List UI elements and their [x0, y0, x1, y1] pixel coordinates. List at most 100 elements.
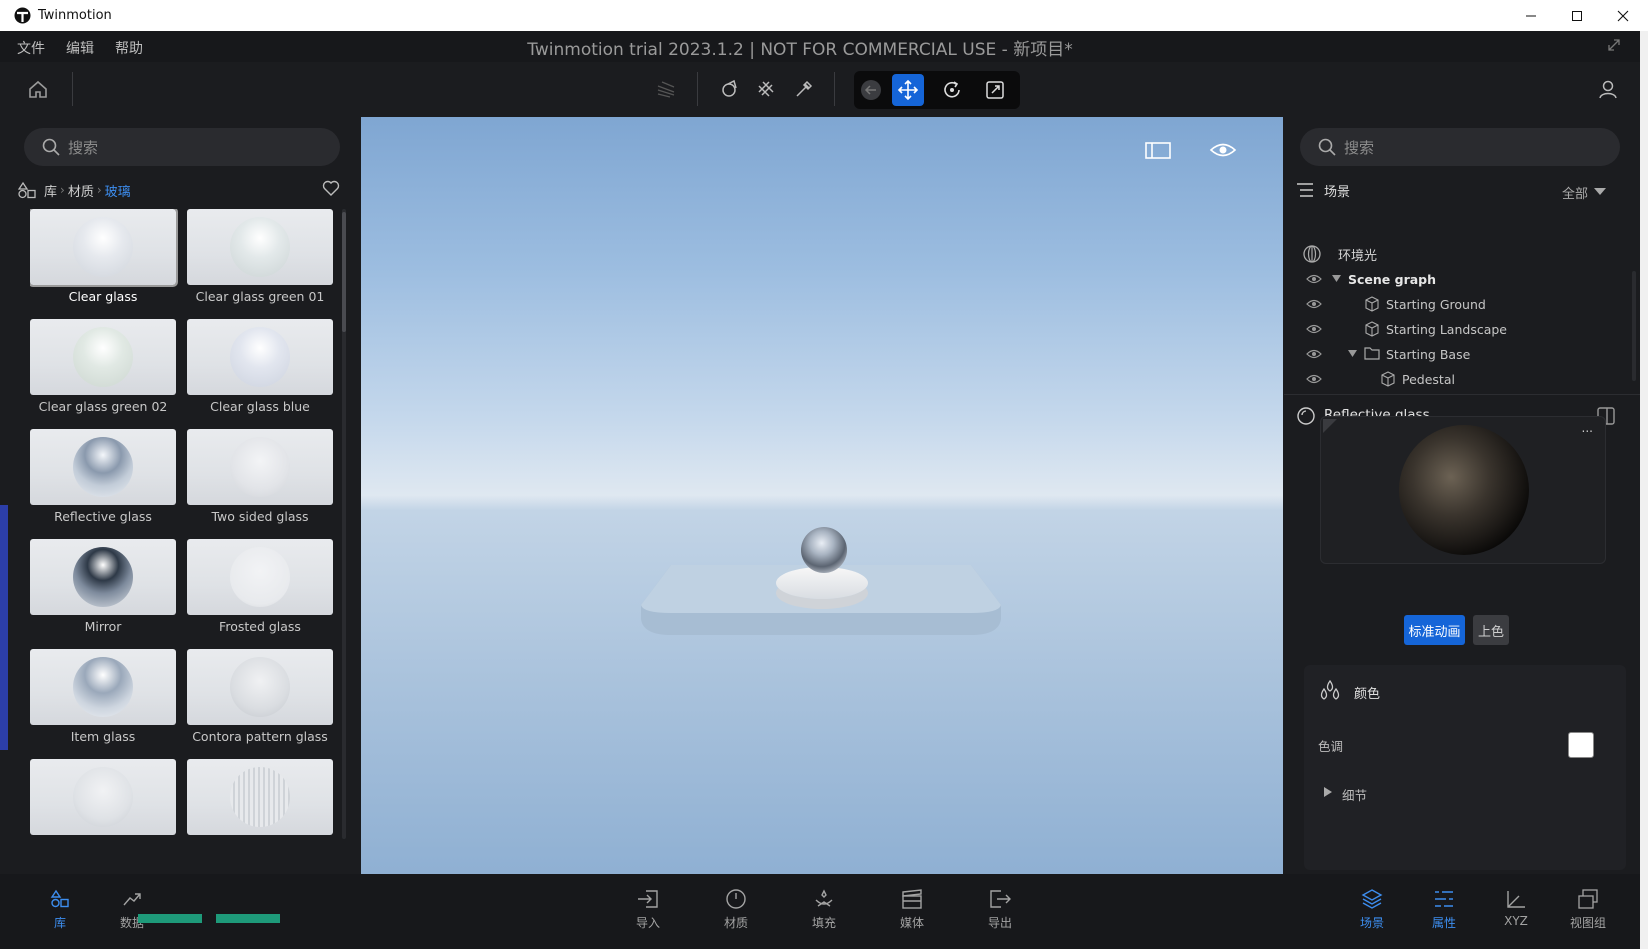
bottom-tab-fill[interactable]: 填充 — [794, 886, 854, 931]
heart-icon[interactable] — [322, 179, 340, 197]
visibility-eye-icon[interactable] — [1306, 273, 1322, 285]
material-item[interactable] — [30, 759, 176, 839]
bottom-tab-layers[interactable]: 场景 — [1342, 886, 1402, 931]
eyedropper-icon[interactable] — [788, 73, 820, 105]
breadcrumb: 库 › 材质 › 玻璃 — [18, 179, 131, 201]
material-item-label: Item glass — [70, 729, 136, 744]
material-thumbnail — [187, 759, 333, 835]
desktop-taskbar-item — [138, 914, 202, 923]
bottom-tab-media[interactable]: 媒体 — [882, 886, 942, 931]
expand-icon[interactable] — [1606, 37, 1622, 53]
material-icon — [725, 886, 747, 912]
eye-icon[interactable] — [1209, 139, 1237, 161]
caret-down-icon[interactable] — [1348, 350, 1357, 357]
tab-coloring[interactable]: 上色 — [1473, 615, 1509, 645]
material-item[interactable]: Clear glass green 01 — [187, 209, 333, 313]
scene-scrollbar[interactable] — [1632, 271, 1636, 381]
chevron-right-icon: › — [60, 183, 65, 197]
views-icon — [1577, 886, 1599, 912]
material-item[interactable]: Reflective glass — [30, 429, 176, 533]
tint-color-swatch[interactable] — [1568, 732, 1594, 758]
bottom-bar: 库数据 导入 材质 填充 媒体 导出 场景 属性 XYZ 视图组 — [0, 874, 1640, 949]
scene-tree-row[interactable]: Scene graph — [1284, 267, 1624, 291]
close-icon[interactable] — [1600, 0, 1646, 31]
export-icon — [988, 886, 1012, 912]
bottom-tab-material[interactable]: 材质 — [706, 886, 766, 931]
move-icon[interactable] — [892, 74, 924, 106]
scene-tree-row[interactable]: Starting Landscape — [1284, 317, 1624, 341]
caret-right-icon[interactable] — [1324, 787, 1332, 797]
breadcrumb-materials[interactable]: 材质 — [68, 181, 94, 200]
scene-search[interactable]: 搜索 — [1300, 128, 1620, 166]
scene-tree-row[interactable]: Starting Base — [1284, 342, 1624, 366]
material-item[interactable]: Frosted glass — [187, 539, 333, 643]
panel-divider — [1284, 394, 1640, 395]
lines-icon[interactable] — [650, 73, 682, 105]
bottom-tab-export[interactable]: 导出 — [970, 886, 1030, 931]
scene-tree-label: 环境光 — [1338, 248, 1378, 264]
material-thumbnail-sphere — [73, 547, 133, 607]
chart-up-icon — [122, 886, 142, 912]
caret-down-icon[interactable] — [1332, 275, 1341, 282]
material-thumbnail — [30, 759, 176, 835]
bottom-tab-properties[interactable]: 属性 — [1414, 886, 1474, 931]
desktop-background — [0, 505, 8, 750]
scene-filter[interactable]: 全部 — [1562, 183, 1588, 202]
glass-sphere[interactable] — [801, 527, 847, 573]
material-preview-card[interactable]: ... — [1320, 416, 1606, 564]
tab-standard-animation[interactable]: 标准动画 — [1404, 615, 1465, 645]
visibility-eye-icon[interactable] — [1306, 348, 1322, 360]
scene-tree-row[interactable]: Pedestal — [1284, 367, 1624, 391]
panel-icon[interactable] — [1144, 139, 1172, 161]
library-scrollbar-thumb[interactable] — [342, 212, 346, 332]
material-item[interactable]: Two sided glass — [187, 429, 333, 533]
maximize-icon[interactable] — [1554, 0, 1600, 31]
visibility-eye-icon[interactable] — [1306, 373, 1322, 385]
bottom-tab-import[interactable]: 导入 — [618, 886, 678, 931]
back-arrow-icon[interactable] — [855, 74, 887, 106]
scene-tree-row[interactable]: 环境光 — [1284, 242, 1624, 266]
search-icon — [1318, 138, 1336, 156]
home-icon[interactable] — [22, 73, 54, 105]
bottom-tab-library[interactable]: 库 — [30, 886, 90, 931]
material-item[interactable]: Contora pattern glass — [187, 649, 333, 753]
tint-label: 色调 — [1318, 739, 1344, 754]
minimize-icon[interactable] — [1508, 0, 1554, 31]
breadcrumb-library[interactable]: 库 — [44, 181, 57, 200]
material-thumbnail — [30, 209, 178, 287]
material-thumbnail — [187, 209, 333, 285]
scene-title: 场景 — [1324, 185, 1351, 200]
material-item[interactable]: Mirror — [30, 539, 176, 643]
material-thumbnail-sphere — [73, 217, 133, 277]
bottom-tab-chart-up[interactable]: 数据 — [102, 886, 162, 931]
material-item[interactable]: Clear glass green 02 — [30, 319, 176, 423]
bottom-tab-views[interactable]: 视图组 — [1558, 886, 1618, 931]
user-icon[interactable] — [1592, 73, 1624, 105]
3d-viewport[interactable] — [361, 117, 1283, 874]
material-thumbnail-sphere — [230, 767, 290, 827]
hatch-icon[interactable] — [750, 73, 782, 105]
window-title: Twinmotion — [38, 8, 112, 23]
details-toggle[interactable]: 细节 — [1342, 785, 1367, 804]
list-icon[interactable] — [1296, 182, 1314, 198]
material-item[interactable]: Item glass — [30, 649, 176, 753]
more-options-button[interactable]: ... — [1582, 421, 1593, 435]
visibility-eye-icon[interactable] — [1306, 323, 1322, 335]
bottom-tab-label: XYZ — [1504, 914, 1528, 928]
shapes-icon[interactable] — [714, 73, 746, 105]
caret-down-icon[interactable] — [1594, 188, 1606, 196]
material-preview-sphere — [1399, 425, 1529, 555]
bottom-tab-axis[interactable]: XYZ — [1486, 886, 1546, 928]
scale-icon[interactable] — [979, 74, 1011, 106]
material-item[interactable]: Clear glass — [30, 209, 178, 313]
visibility-eye-icon[interactable] — [1306, 298, 1322, 310]
material-item[interactable] — [187, 759, 333, 839]
library-search[interactable]: 搜索 — [24, 128, 340, 166]
scene-tree-row[interactable]: Starting Ground — [1284, 292, 1624, 316]
color-section-title: 颜色 — [1354, 687, 1381, 702]
material-item[interactable]: Clear glass blue — [187, 319, 333, 423]
rotate-icon[interactable] — [936, 74, 968, 106]
material-item-label: Clear glass blue — [210, 399, 310, 414]
breadcrumb-glass[interactable]: 玻璃 — [105, 181, 131, 200]
search-icon — [42, 138, 60, 156]
